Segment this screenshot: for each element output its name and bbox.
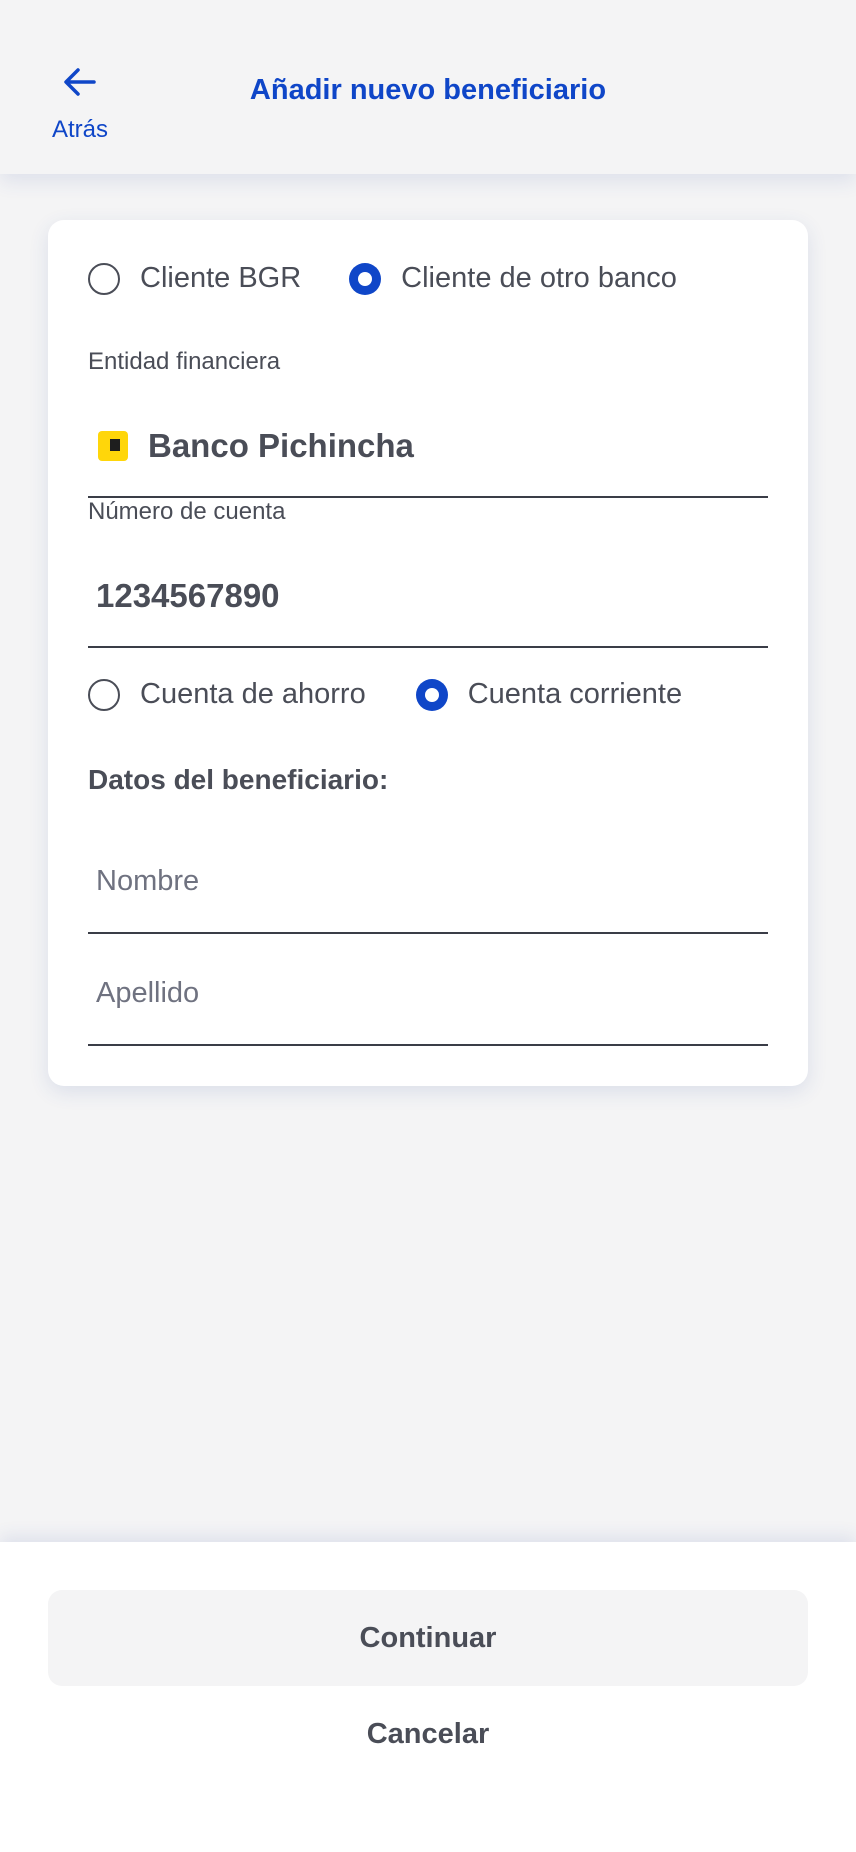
cancel-button[interactable]: Cancelar [0,1698,856,1770]
bank-logo-icon [98,431,128,461]
beneficiary-section-title: Datos del beneficiario: [88,764,389,795]
radio-cuenta-ahorro[interactable]: Cuenta de ahorro [88,678,366,711]
back-label: Atrás [51,116,108,143]
radio-cliente-bgr[interactable]: Cliente BGR [88,262,301,295]
radio-label: Cliente BGR [140,262,302,294]
radio-selected-icon [415,678,448,711]
page-title: Añadir nuevo beneficiario [249,74,607,106]
footer-actions: Continuar Cancelar [0,1542,856,1852]
last-name-input[interactable]: Apellido [88,942,768,1046]
radio-selected-icon [349,262,382,295]
radio-unselected-icon [88,678,120,711]
bank-field-label: Entidad financiera [88,348,281,375]
radio-cliente-otro-banco[interactable]: Cliente de otro banco [349,262,677,295]
bank-value: Banco Pichincha [148,427,414,464]
radio-unselected-icon [88,262,120,295]
beneficiary-form-card: Cliente BGR Cliente de otro banco Entida… [48,220,808,1086]
account-number-value: 1234567890 [96,577,280,614]
client-type-group: Cliente BGR Cliente de otro banco [88,262,677,295]
continue-button[interactable]: Continuar [48,1590,808,1686]
first-name-input[interactable]: Nombre [88,830,768,934]
first-name-placeholder: Nombre [96,864,200,897]
bank-select[interactable]: Banco Pichincha [88,396,768,498]
radio-label: Cliente de otro banco [401,262,677,294]
account-number-input[interactable]: 1234567890 [88,546,768,648]
header: Atrás Añadir nuevo beneficiario [0,0,856,174]
radio-label: Cuenta de ahorro [140,678,366,710]
last-name-placeholder: Apellido [96,976,200,1009]
radio-cuenta-corriente[interactable]: Cuenta corriente [415,678,683,711]
account-field-label: Número de cuenta [88,498,286,525]
radio-label: Cuenta corriente [467,678,683,710]
account-type-group: Cuenta de ahorro Cuenta corriente [88,678,682,711]
